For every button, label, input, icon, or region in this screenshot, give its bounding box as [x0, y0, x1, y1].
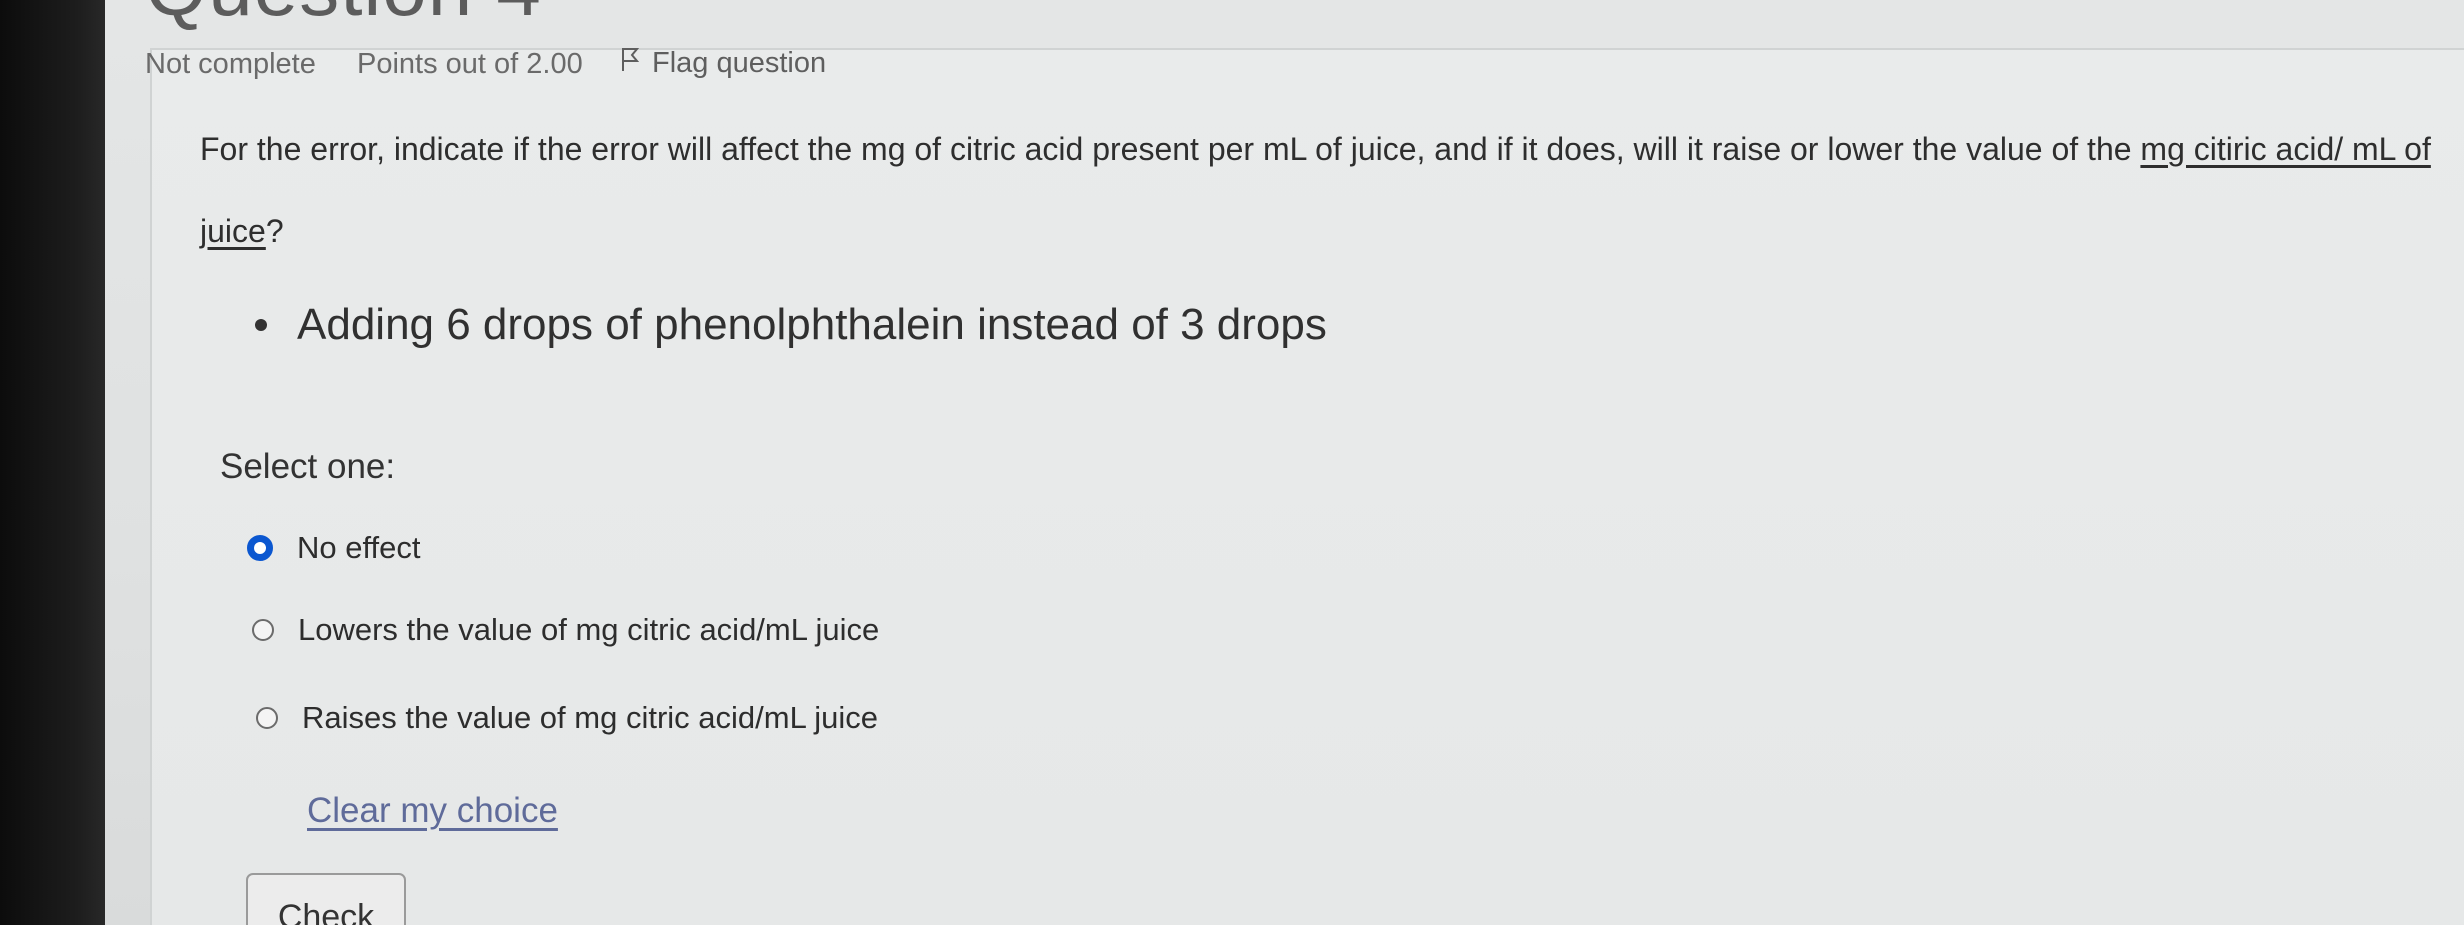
- prompt-text: For the error, indicate if the error wil…: [200, 131, 2141, 167]
- radio-button-selected[interactable]: [247, 535, 273, 561]
- prompt-text-end: ?: [265, 213, 284, 249]
- answer-option-raises[interactable]: Raises the value of mg citric acid/mL ju…: [256, 700, 878, 736]
- question-status: Not complete: [145, 48, 316, 80]
- option-label: No effect: [297, 530, 421, 565]
- clear-my-choice-link[interactable]: Clear my choice: [307, 791, 558, 831]
- flag-question-label: Flag question: [652, 46, 827, 79]
- error-bullet-item: Adding 6 drops of phenolphthalein instea…: [255, 300, 1327, 350]
- option-label: Lowers the value of mg citric acid/mL ju…: [298, 612, 880, 647]
- monitor-bezel: [0, 0, 110, 925]
- question-prompt: For the error, indicate if the error wil…: [200, 108, 2440, 272]
- check-button[interactable]: Check: [246, 873, 406, 925]
- error-bullet-text: Adding 6 drops of phenolphthalein instea…: [297, 300, 1327, 349]
- answer-option-lowers[interactable]: Lowers the value of mg citric acid/mL ju…: [252, 612, 879, 648]
- radio-button[interactable]: [256, 707, 278, 729]
- select-one-label: Select one:: [220, 447, 396, 486]
- flag-question-link[interactable]: Flag question: [620, 46, 826, 80]
- question-points: Points out of 2.00: [357, 48, 583, 80]
- radio-button[interactable]: [252, 619, 274, 641]
- bullet-dot-icon: [255, 319, 267, 331]
- question-heading: Question 4: [145, 0, 542, 34]
- option-label: Raises the value of mg citric acid/mL ju…: [302, 700, 879, 735]
- answer-option-no-effect[interactable]: No effect: [247, 530, 421, 566]
- flag-icon: [620, 46, 652, 80]
